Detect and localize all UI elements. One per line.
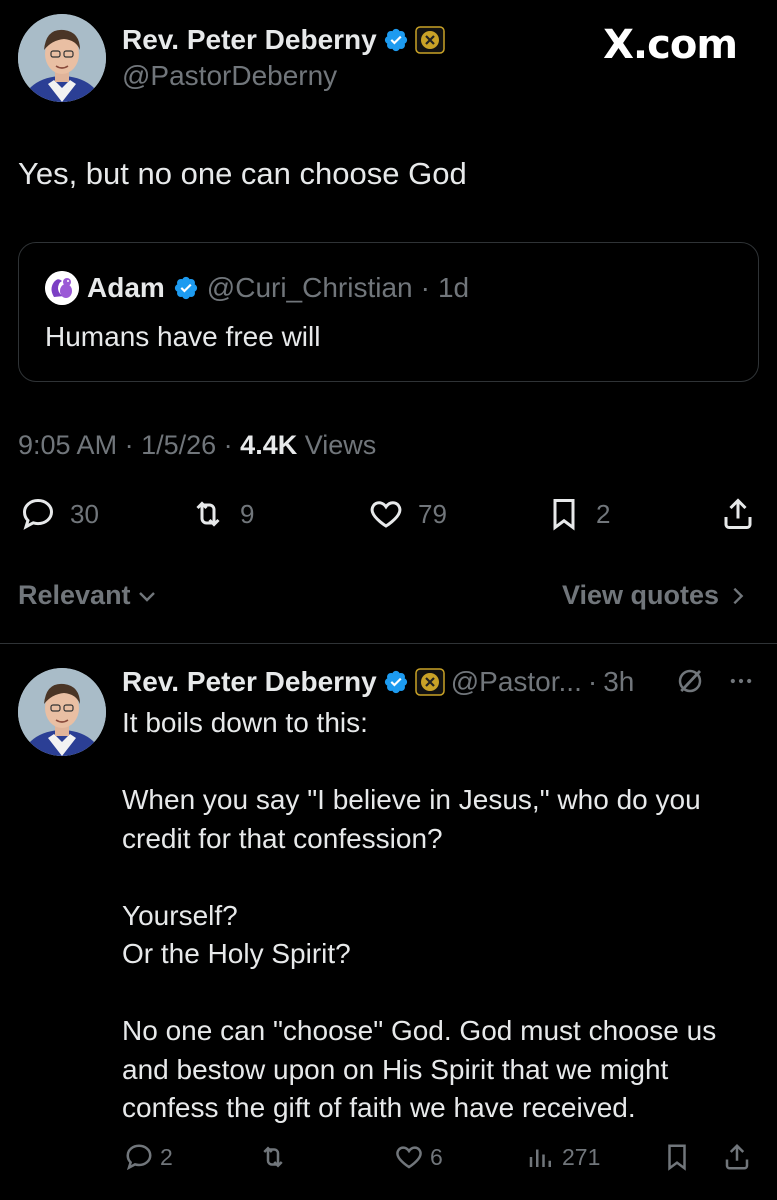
reply-line-gap bbox=[122, 743, 762, 782]
author-name-row: Rev. Peter Deberny bbox=[122, 24, 445, 56]
reply-icon bbox=[126, 1144, 152, 1171]
tweet-time[interactable]: 9:05 AM bbox=[18, 430, 117, 460]
views-label: Views bbox=[304, 430, 377, 460]
reply-line: Or the Holy Spirit? bbox=[122, 938, 351, 969]
separator-dot: · bbox=[223, 430, 241, 460]
quote-text: Humans have free will bbox=[45, 321, 321, 352]
reply-tweet[interactable]: Rev. Peter Deberny @Pastor... · 3h It bo… bbox=[0, 644, 777, 1200]
like-button[interactable]: 79 bbox=[368, 496, 447, 532]
reply-button[interactable]: 30 bbox=[20, 496, 99, 532]
separator-dot: · bbox=[420, 272, 430, 303]
reply-line: Yourself? bbox=[122, 899, 238, 931]
verified-badge-icon bbox=[173, 275, 199, 301]
views-count: 4.4K bbox=[240, 430, 298, 460]
affiliate-badge-icon bbox=[414, 26, 445, 54]
author-name[interactable]: Rev. Peter Deberny bbox=[122, 24, 377, 56]
verified-badge-icon bbox=[383, 27, 409, 53]
author-handle[interactable]: @PastorDeberny bbox=[122, 60, 337, 92]
quote-header: Adam @Curi_Christian · 1d bbox=[45, 271, 469, 305]
reply-author-name[interactable]: Rev. Peter Deberny bbox=[122, 666, 377, 698]
quote-avatar[interactable] bbox=[45, 271, 79, 305]
author-avatar-image bbox=[18, 14, 106, 102]
like-count: 79 bbox=[418, 498, 447, 529]
views-icon bbox=[529, 1149, 551, 1167]
reply-like-button[interactable]: 6 bbox=[394, 1142, 443, 1172]
reply-reply-count: 2 bbox=[160, 1143, 173, 1170]
reply-line: No one can "choose" God. God must choose… bbox=[122, 1015, 717, 1046]
quote-author-handle[interactable]: @Curi_Christian bbox=[207, 272, 413, 304]
view-quotes-label: View quotes bbox=[561, 580, 719, 610]
separator-dot: · bbox=[124, 430, 142, 460]
reply-header: Rev. Peter Deberny @Pastor... · 3h bbox=[122, 666, 634, 698]
reply-author-handle[interactable]: @Pastor... bbox=[451, 666, 582, 698]
grok-icon[interactable] bbox=[675, 666, 705, 696]
reply-icon bbox=[22, 498, 54, 530]
reply-bookmark-button[interactable] bbox=[662, 1142, 692, 1172]
tweet-date[interactable]: 1/5/26 bbox=[141, 430, 216, 460]
reply-line: confess the gift of faith we have receiv… bbox=[122, 1092, 636, 1123]
author-avatar[interactable] bbox=[18, 14, 106, 102]
reply-views-button[interactable]: 271 bbox=[526, 1142, 600, 1172]
tweet-text: Yes, but no one can choose God bbox=[18, 156, 467, 191]
reply-time: 3h bbox=[603, 666, 635, 697]
reply-text: It boils down to this: When you say "I b… bbox=[122, 704, 762, 1128]
reply-author-avatar[interactable] bbox=[18, 668, 106, 756]
repost-count: 9 bbox=[240, 498, 255, 529]
quoted-tweet-card[interactable]: Adam @Curi_Christian · 1d Humans have fr… bbox=[18, 242, 759, 382]
reply-line-gap bbox=[122, 858, 762, 897]
reply-avatar-image bbox=[18, 668, 106, 756]
reply-repost-button[interactable] bbox=[258, 1142, 288, 1172]
chevron-right-icon bbox=[733, 587, 744, 604]
brand-logo: X.com bbox=[603, 22, 738, 68]
squirrel-icon bbox=[45, 271, 79, 305]
share-button[interactable] bbox=[720, 496, 756, 532]
reply-line-gap bbox=[122, 974, 762, 1013]
bookmark-icon bbox=[553, 499, 575, 531]
bookmark-icon bbox=[668, 1144, 686, 1171]
sort-relevant-label: Relevant bbox=[18, 580, 131, 610]
like-icon bbox=[396, 1146, 422, 1169]
share-icon bbox=[724, 498, 752, 529]
repost-icon bbox=[263, 1146, 283, 1168]
reply-reply-button[interactable]: 2 bbox=[124, 1142, 173, 1172]
tweet-header: Rev. Peter Deberny @PastorDeberny X.com bbox=[0, 0, 777, 110]
reply-line: credit for that confession? bbox=[122, 822, 443, 854]
reply-header-actions bbox=[675, 666, 755, 696]
verified-badge-icon bbox=[383, 669, 409, 695]
bookmark-count: 2 bbox=[596, 498, 611, 529]
sort-relevant-dropdown[interactable]: Relevant bbox=[18, 580, 159, 611]
reply-line: When you say "I believe in Jesus," who d… bbox=[122, 784, 701, 815]
reply-count: 30 bbox=[70, 498, 99, 529]
affiliate-badge-icon bbox=[414, 668, 445, 696]
reply-line: and bestow upon on His Spirit that we mi… bbox=[122, 1053, 669, 1085]
reply-views-count: 271 bbox=[562, 1143, 601, 1170]
separator-dot: · bbox=[587, 666, 598, 697]
share-icon bbox=[725, 1143, 749, 1170]
like-icon bbox=[370, 501, 402, 528]
repost-button[interactable]: 9 bbox=[190, 496, 254, 532]
view-quotes-link[interactable]: View quotes bbox=[562, 580, 749, 611]
chevron-down-icon bbox=[138, 591, 155, 602]
reply-share-button[interactable] bbox=[722, 1142, 752, 1172]
repost-icon bbox=[196, 501, 220, 527]
more-icon[interactable] bbox=[727, 667, 755, 695]
quote-time: 1d bbox=[437, 272, 470, 303]
tweet-meta: 9:05 AM · 1/5/26 · 4.4K Views bbox=[18, 430, 376, 461]
reply-line: It boils down to this: bbox=[122, 707, 368, 738]
reply-like-count: 6 bbox=[430, 1143, 443, 1170]
bookmark-button[interactable]: 2 bbox=[546, 496, 610, 532]
quote-author-name[interactable]: Adam bbox=[87, 272, 165, 304]
